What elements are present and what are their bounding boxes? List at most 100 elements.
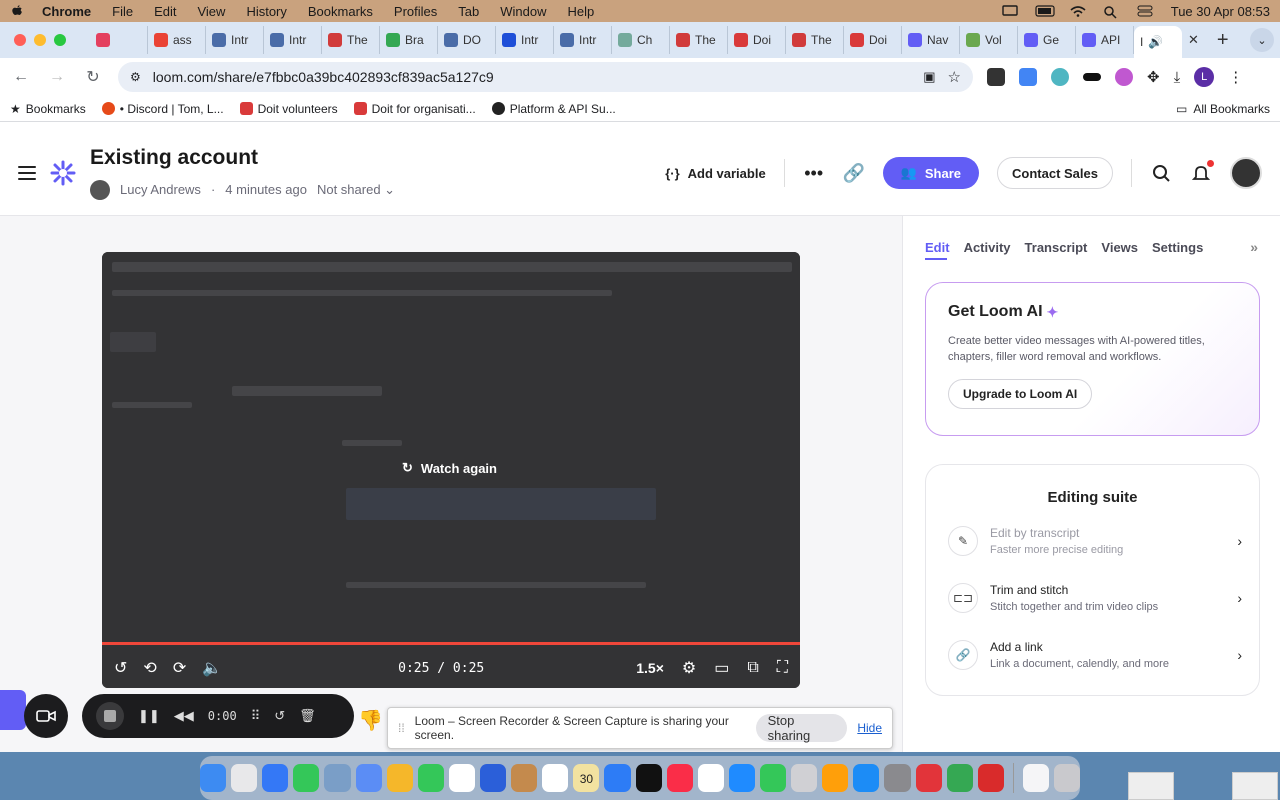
user-avatar[interactable] [1230, 157, 1262, 189]
camera-icon[interactable] [24, 694, 68, 738]
search-icon[interactable] [1103, 5, 1121, 19]
bookmark-doit-volunteers[interactable]: Doit volunteers [239, 102, 338, 116]
menu-file[interactable]: File [112, 4, 133, 19]
copy-link-icon[interactable]: 🔗 [842, 162, 864, 184]
loom-extension-icon[interactable] [1115, 68, 1133, 86]
dock-app-icon[interactable] [448, 764, 475, 792]
desktop-file-thumbnail[interactable] [1232, 772, 1278, 800]
dock-app-icon[interactable] [1053, 764, 1080, 792]
replay-icon[interactable]: ↺ [114, 658, 127, 678]
collapse-panel-icon[interactable]: » [1250, 239, 1258, 255]
browser-tab[interactable] [90, 26, 148, 54]
translate-extension-icon[interactable] [1019, 68, 1037, 86]
menu-icon[interactable] [18, 165, 36, 180]
battery-icon[interactable] [1035, 5, 1055, 17]
browser-tab[interactable]: The [670, 26, 728, 54]
dock-app-icon[interactable] [822, 764, 849, 792]
loom-recorder-tab[interactable] [0, 690, 26, 730]
settings-gear-icon[interactable]: ⚙ [682, 658, 696, 678]
bookmark-discord[interactable]: • Discord | Tom, L... [101, 102, 224, 116]
browser-tab[interactable]: Bra [380, 26, 438, 54]
back-button[interactable]: ← [10, 66, 32, 88]
address-bar[interactable]: ⚙ loom.com/share/e7fbbc0a39bc402893cf839… [118, 62, 973, 92]
dock-app-icon[interactable] [604, 764, 631, 792]
progress-bar[interactable] [102, 642, 800, 645]
browser-tab[interactable]: Ch [612, 26, 670, 54]
tab-settings[interactable]: Settings [1152, 240, 1203, 255]
menu-window[interactable]: Window [500, 4, 546, 19]
browser-tab[interactable]: Intr [554, 26, 612, 54]
extension-icon[interactable] [987, 68, 1005, 86]
dock-app-icon[interactable] [666, 764, 693, 792]
stop-sharing-button[interactable]: Stop sharing [755, 713, 848, 743]
video-title[interactable]: Existing account [90, 146, 395, 170]
zoom-window-button[interactable] [54, 34, 66, 46]
close-tab-icon[interactable]: ✕ [1188, 32, 1199, 48]
dock-app-icon[interactable] [977, 764, 1004, 792]
dock-app-icon[interactable] [200, 764, 227, 792]
add-variable-button[interactable]: {·} Add variable [665, 166, 765, 181]
sharing-status[interactable]: Not shared ⌄ [317, 182, 395, 198]
extensions-puzzle-icon[interactable]: ✥ [1147, 68, 1160, 86]
site-info-icon[interactable]: ⚙ [130, 70, 141, 84]
upgrade-loom-ai-button[interactable]: Upgrade to Loom AI [948, 379, 1093, 409]
playback-speed-button[interactable]: 1.5× [636, 660, 664, 676]
drag-handle-icon[interactable]: ⠿ [251, 708, 261, 724]
tab-views[interactable]: Views [1101, 240, 1138, 255]
fullscreen-icon[interactable]: ⛶ [777, 659, 788, 677]
menu-profiles[interactable]: Profiles [394, 4, 437, 19]
url-text[interactable]: loom.com/share/e7fbbc0a39bc402893cf839ac… [153, 69, 911, 85]
menu-history[interactable]: History [246, 4, 286, 19]
install-app-icon[interactable]: ▣ [923, 69, 935, 85]
extension-icon[interactable] [1083, 73, 1101, 81]
dock-app-icon[interactable] [884, 764, 911, 792]
dock-app-icon[interactable] [791, 764, 818, 792]
dock-app-icon[interactable] [697, 764, 724, 792]
minimize-window-button[interactable] [34, 34, 46, 46]
dock-app-icon[interactable] [1022, 764, 1049, 792]
dock-app-icon[interactable] [324, 764, 351, 792]
all-bookmarks[interactable]: ▭ All Bookmarks [1176, 102, 1270, 116]
wifi-icon[interactable] [1069, 5, 1087, 17]
dock-app-icon[interactable] [542, 764, 569, 792]
dock-app-icon[interactable] [511, 764, 538, 792]
menu-tab[interactable]: Tab [458, 4, 479, 19]
dock-app-icon[interactable] [728, 764, 755, 792]
speaker-icon[interactable]: 🔊 [1148, 35, 1163, 49]
dock-app-icon[interactable] [417, 764, 444, 792]
dock-app-icon[interactable] [355, 764, 382, 792]
picture-in-picture-icon[interactable]: ⧉ [747, 659, 758, 677]
browser-tab[interactable]: API [1076, 26, 1134, 54]
dock-app-icon[interactable] [853, 764, 880, 792]
hide-link[interactable]: Hide [857, 721, 882, 735]
browser-tab[interactable]: Doi [728, 26, 786, 54]
chrome-menu-icon[interactable]: ⋮ [1228, 68, 1243, 86]
trim-and-stitch-item[interactable]: ⊏⊐ Trim and stitch Stitch together and t… [948, 578, 1242, 618]
browser-tab[interactable]: Intr [206, 26, 264, 54]
reload-button[interactable]: ↻ [82, 66, 104, 88]
dock-app-icon[interactable] [231, 764, 258, 792]
browser-tab[interactable]: Vol [960, 26, 1018, 54]
menu-help[interactable]: Help [568, 4, 595, 19]
browser-tab[interactable]: DO [438, 26, 496, 54]
restart-icon[interactable]: ↺ [274, 708, 285, 724]
video-player[interactable]: ↻ Watch again ↺ ⟲ ⟳ 🔈 0:25 / 0:25 1.5× ⚙… [102, 252, 800, 688]
menu-view[interactable]: View [197, 4, 225, 19]
bookmark-bookmarks[interactable]: ★ Bookmarks [10, 102, 86, 116]
add-a-link-item[interactable]: 🔗 Add a link Link a document, calendly, … [948, 635, 1242, 675]
browser-tab[interactable]: The [786, 26, 844, 54]
contact-sales-button[interactable]: Contact Sales [997, 157, 1113, 189]
dock-app-icon[interactable] [386, 764, 413, 792]
menu-app-name[interactable]: Chrome [42, 4, 91, 19]
bookmark-platform-api[interactable]: Platform & API Su... [491, 102, 616, 116]
control-center-icon[interactable] [1137, 5, 1155, 17]
browser-tab[interactable]: Nav [902, 26, 960, 54]
browser-tab[interactable]: Doi [844, 26, 902, 54]
forward-button[interactable]: → [46, 66, 68, 88]
edit-by-transcript-item[interactable]: ✎ Edit by transcript Faster more precise… [948, 521, 1242, 561]
rewind-5-icon[interactable]: ⟲ [143, 658, 156, 678]
tab-search-button[interactable]: ⌄ [1250, 28, 1274, 52]
browser-tab[interactable]: Intr [264, 26, 322, 54]
browser-tab[interactable]: ass [148, 26, 206, 54]
apple-icon[interactable] [10, 4, 24, 18]
